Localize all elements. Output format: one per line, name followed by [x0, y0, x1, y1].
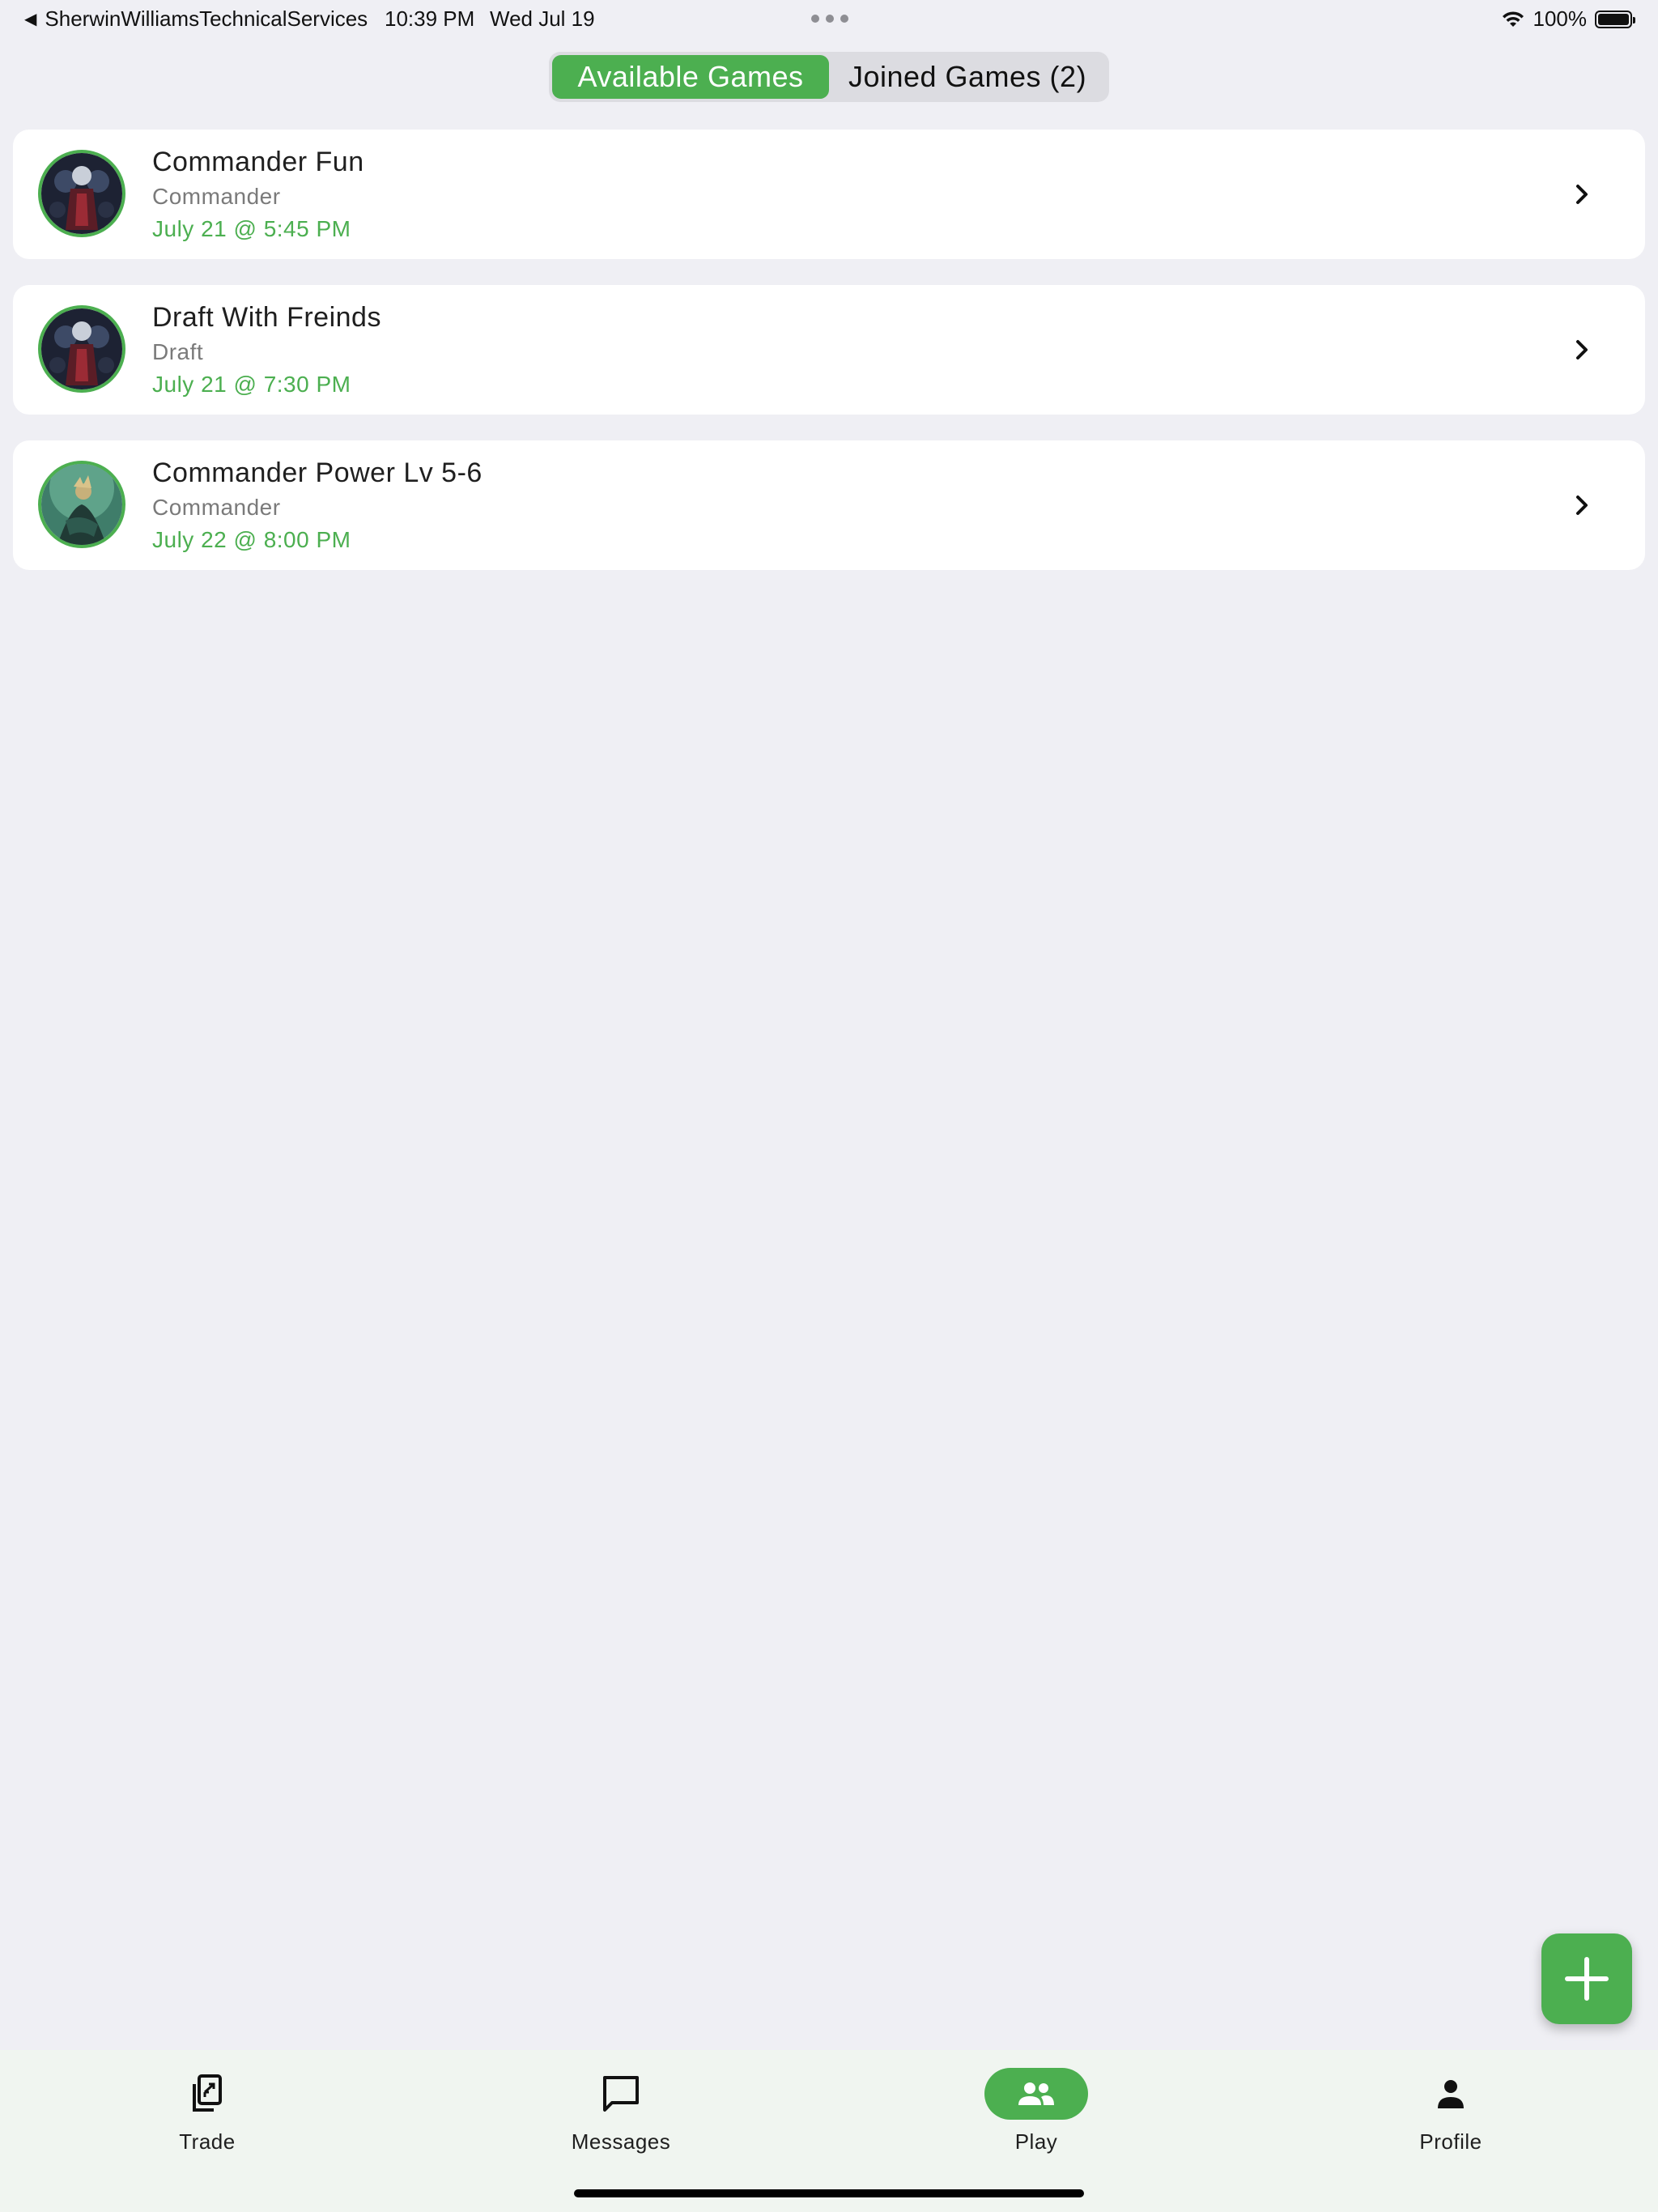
- back-to-app-link[interactable]: ◀ SherwinWilliamsTechnicalServices: [24, 6, 368, 32]
- dark-knight-avatar: [38, 150, 125, 237]
- game-row[interactable]: Draft With Freinds Draft July 21 @ 7:30 …: [13, 285, 1645, 415]
- game-format: Commander: [152, 184, 281, 209]
- game-format: Draft: [152, 339, 204, 364]
- multitasking-dots-icon[interactable]: [811, 15, 848, 23]
- game-title: Commander Power Lv 5-6: [152, 457, 483, 488]
- nav-label-messages: Messages: [571, 2129, 671, 2154]
- nav-item-messages[interactable]: Messages: [540, 2068, 702, 2155]
- chevron-right-icon: [1576, 185, 1588, 204]
- battery-percent: 100%: [1533, 6, 1588, 31]
- game-title: Commander Fun: [152, 147, 364, 177]
- status-right: 100%: [1501, 6, 1635, 32]
- back-arrow-icon: ◀: [24, 11, 37, 28]
- add-game-button[interactable]: [1541, 1933, 1632, 2024]
- nav-item-profile[interactable]: Profile: [1370, 2068, 1532, 2155]
- game-time: July 21 @ 5:45 PM: [152, 216, 351, 241]
- back-app-label: SherwinWilliamsTechnicalServices: [45, 6, 368, 31]
- status-date: Wed Jul 19: [490, 6, 595, 31]
- chevron-right-icon: [1576, 340, 1588, 359]
- forest-warrior-avatar: [38, 461, 125, 548]
- battery-icon: [1595, 10, 1635, 28]
- plus-icon: [1565, 1957, 1609, 2001]
- chat-bubble-icon: [603, 2076, 639, 2112]
- trade-cards-icon: [193, 2074, 222, 2112]
- game-format: Commander: [152, 495, 281, 520]
- screen: ◀ SherwinWilliamsTechnicalServices 10:39…: [0, 0, 1658, 2212]
- status-time: 10:39 PM: [385, 6, 475, 31]
- nav-item-play[interactable]: Play: [955, 2068, 1117, 2155]
- game-time: July 21 @ 7:30 PM: [152, 372, 351, 397]
- game-list: Commander Fun Commander July 21 @ 5:45 P…: [13, 130, 1645, 596]
- tab-available-games[interactable]: Available Games: [552, 55, 829, 99]
- game-text: Commander Fun Commander July 21 @ 5:45 P…: [152, 144, 364, 245]
- games-segmented-control: Available Games Joined Games (2): [549, 52, 1109, 102]
- nav-label-profile: Profile: [1419, 2129, 1482, 2154]
- nav-item-trade[interactable]: Trade: [126, 2068, 288, 2155]
- game-row[interactable]: Commander Power Lv 5-6 Commander July 22…: [13, 440, 1645, 570]
- game-row[interactable]: Commander Fun Commander July 21 @ 5:45 P…: [13, 130, 1645, 259]
- game-time: July 22 @ 8:00 PM: [152, 527, 351, 552]
- wifi-icon: [1502, 11, 1524, 27]
- nav-label-trade: Trade: [179, 2129, 236, 2154]
- person-icon: [1438, 2080, 1464, 2108]
- dark-knight-avatar: [38, 305, 125, 393]
- game-text: Commander Power Lv 5-6 Commander July 22…: [152, 455, 483, 555]
- bottom-nav: Trade Messages Play Profile: [0, 2050, 1658, 2212]
- chevron-right-icon: [1576, 496, 1588, 515]
- game-title: Draft With Freinds: [152, 302, 381, 333]
- people-icon: [1018, 2082, 1054, 2105]
- game-text: Draft With Freinds Draft July 21 @ 7:30 …: [152, 300, 381, 400]
- active-indicator: [984, 2068, 1088, 2120]
- status-bar: ◀ SherwinWilliamsTechnicalServices 10:39…: [0, 0, 1658, 39]
- tab-joined-games[interactable]: Joined Games (2): [829, 55, 1106, 99]
- nav-label-play: Play: [1014, 2129, 1058, 2154]
- home-indicator[interactable]: [574, 2189, 1084, 2197]
